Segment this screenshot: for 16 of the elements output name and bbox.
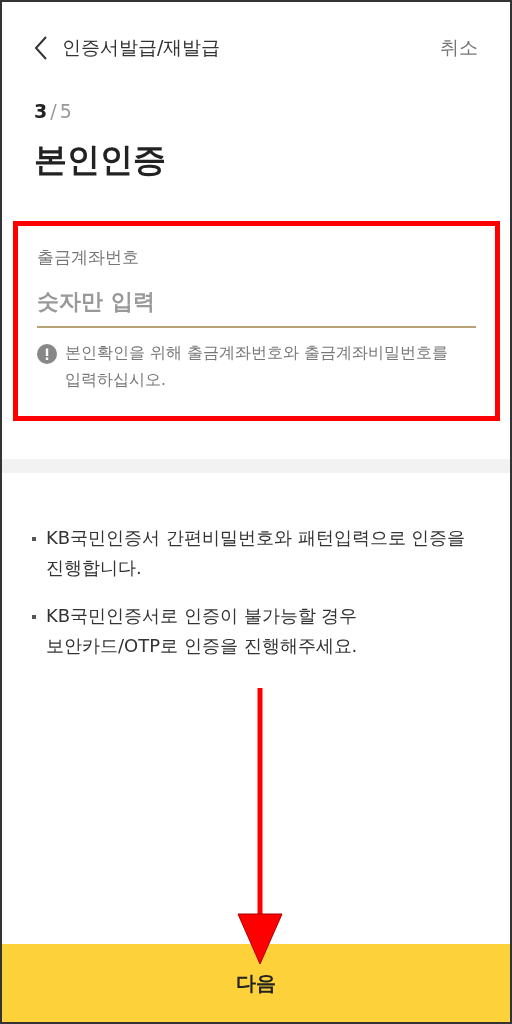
field-label: 출금계좌번호 xyxy=(37,246,140,269)
bullet-icon xyxy=(32,615,36,619)
account-input-field[interactable]: 숫자만 입력 xyxy=(37,283,476,328)
cancel-link[interactable]: 취소 xyxy=(440,35,478,61)
step-separator: / xyxy=(50,100,57,122)
note-text: KB국민인증서 간편비밀번호와 패턴입력으로 인증을 진행합니다. xyxy=(46,526,467,580)
page-title: 인증서발급/재발급 xyxy=(62,35,221,60)
section-title: 본인인증 xyxy=(34,139,167,181)
info-icon xyxy=(37,344,57,364)
step-current: 3 xyxy=(34,100,48,122)
back-icon[interactable] xyxy=(34,35,48,61)
bullet-icon xyxy=(32,537,36,541)
step-total: 5 xyxy=(59,100,72,122)
note-text: KB국민인증서로 인증이 불가능할 경우 보안카드/OTP로 인증을 진행해주세요. xyxy=(46,604,359,658)
next-button[interactable]: 다음 xyxy=(2,944,510,1022)
notice-text: 본인확인을 위해 출금계좌번호와 출금계좌비밀번호를 입력하십시오. xyxy=(65,343,449,391)
